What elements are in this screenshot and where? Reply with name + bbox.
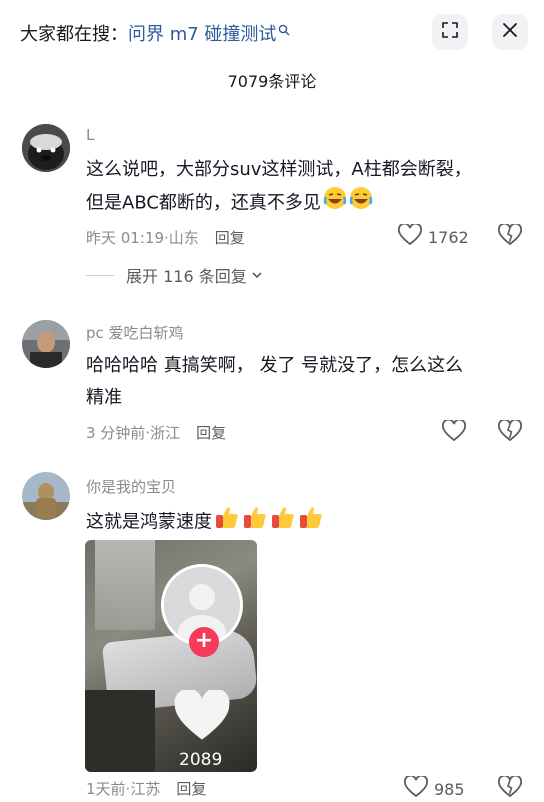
comment-text: 这么说吧，大部分suv这样测试，A柱都会断裂， 但是ABC都断的，还真不多见 — [86, 154, 472, 221]
comment-meta: 1天前·江苏 回复 — [86, 780, 207, 798]
thumbs-up-emoji — [270, 504, 296, 541]
thumbs-up-emoji — [298, 504, 324, 541]
comment-time: 3 分钟前 — [86, 424, 146, 442]
avatar[interactable] — [22, 472, 70, 520]
broken-heart-icon — [498, 774, 522, 802]
video-like-count: 2089 — [179, 750, 223, 770]
like-count: 985 — [434, 779, 465, 799]
laugh-cry-emoji — [323, 186, 347, 221]
comment-username[interactable]: pc 爱吃白斩鸡 — [86, 322, 184, 343]
broken-heart-icon — [498, 222, 522, 250]
comment-time: 昨天 01:19 — [86, 229, 164, 247]
comment-meta: 3 分钟前·浙江 回复 — [86, 424, 227, 442]
video-window-area — [95, 540, 155, 630]
comment-location: 山东 — [168, 229, 199, 247]
like-count: 1762 — [428, 227, 469, 247]
video-thumbnail[interactable]: + 2089 — [85, 540, 257, 772]
reply-button[interactable]: 回复 — [196, 424, 226, 442]
avatar[interactable] — [22, 124, 70, 172]
expand-replies-label: 展开 116 条回复 — [126, 267, 247, 286]
laugh-cry-emoji — [349, 186, 373, 221]
broken-heart-icon — [498, 418, 522, 446]
thumbs-up-emoji — [214, 504, 240, 541]
comment-location: 江苏 — [130, 780, 161, 798]
video-seat-area — [85, 690, 155, 772]
search-icon[interactable] — [278, 20, 290, 41]
reply-button[interactable]: 回复 — [176, 780, 206, 798]
video-heart-icon[interactable] — [173, 688, 231, 746]
expand-icon — [441, 21, 459, 43]
like-button[interactable]: 985 — [404, 774, 465, 802]
close-button[interactable] — [492, 14, 528, 50]
hot-search-query[interactable]: 问界 m7 碰撞测试 — [128, 24, 276, 45]
heart-icon — [442, 418, 466, 446]
heart-icon — [404, 774, 428, 802]
dislike-button[interactable] — [498, 418, 522, 446]
comment-text: 哈哈哈哈 真搞笑啊， 发了 号就没了，怎么这么 精准 — [86, 355, 464, 408]
like-button[interactable] — [442, 418, 466, 446]
comment-text: 这就是鸿蒙速度 — [86, 504, 324, 541]
comment-username[interactable]: L — [86, 126, 94, 144]
comment-location: 浙江 — [150, 424, 181, 442]
comment-meta: 昨天 01:19·山东 回复 — [86, 229, 245, 247]
hot-search-prefix: 大家都在搜： — [20, 24, 128, 45]
dislike-button[interactable] — [498, 222, 522, 250]
comment-username[interactable]: 你是我的宝贝 — [86, 476, 176, 497]
hot-search-bar[interactable]: 大家都在搜：问界 m7 碰撞测试 — [20, 20, 290, 46]
chevron-down-icon — [251, 266, 263, 285]
follow-plus-button[interactable]: + — [189, 627, 219, 657]
comment-count-title: 7079条评论 — [227, 72, 317, 91]
comment-time: 1天前 — [86, 780, 126, 798]
heart-icon — [398, 222, 422, 250]
thumbs-up-emoji — [242, 504, 268, 541]
expand-replies-button[interactable]: 展开 116 条回复 — [86, 263, 263, 287]
like-button[interactable]: 1762 — [398, 222, 469, 250]
expand-button[interactable] — [432, 14, 468, 50]
reply-button[interactable]: 回复 — [215, 229, 245, 247]
avatar[interactable] — [22, 320, 70, 368]
divider — [86, 274, 114, 276]
close-icon — [502, 22, 518, 42]
dislike-button[interactable] — [498, 774, 522, 802]
